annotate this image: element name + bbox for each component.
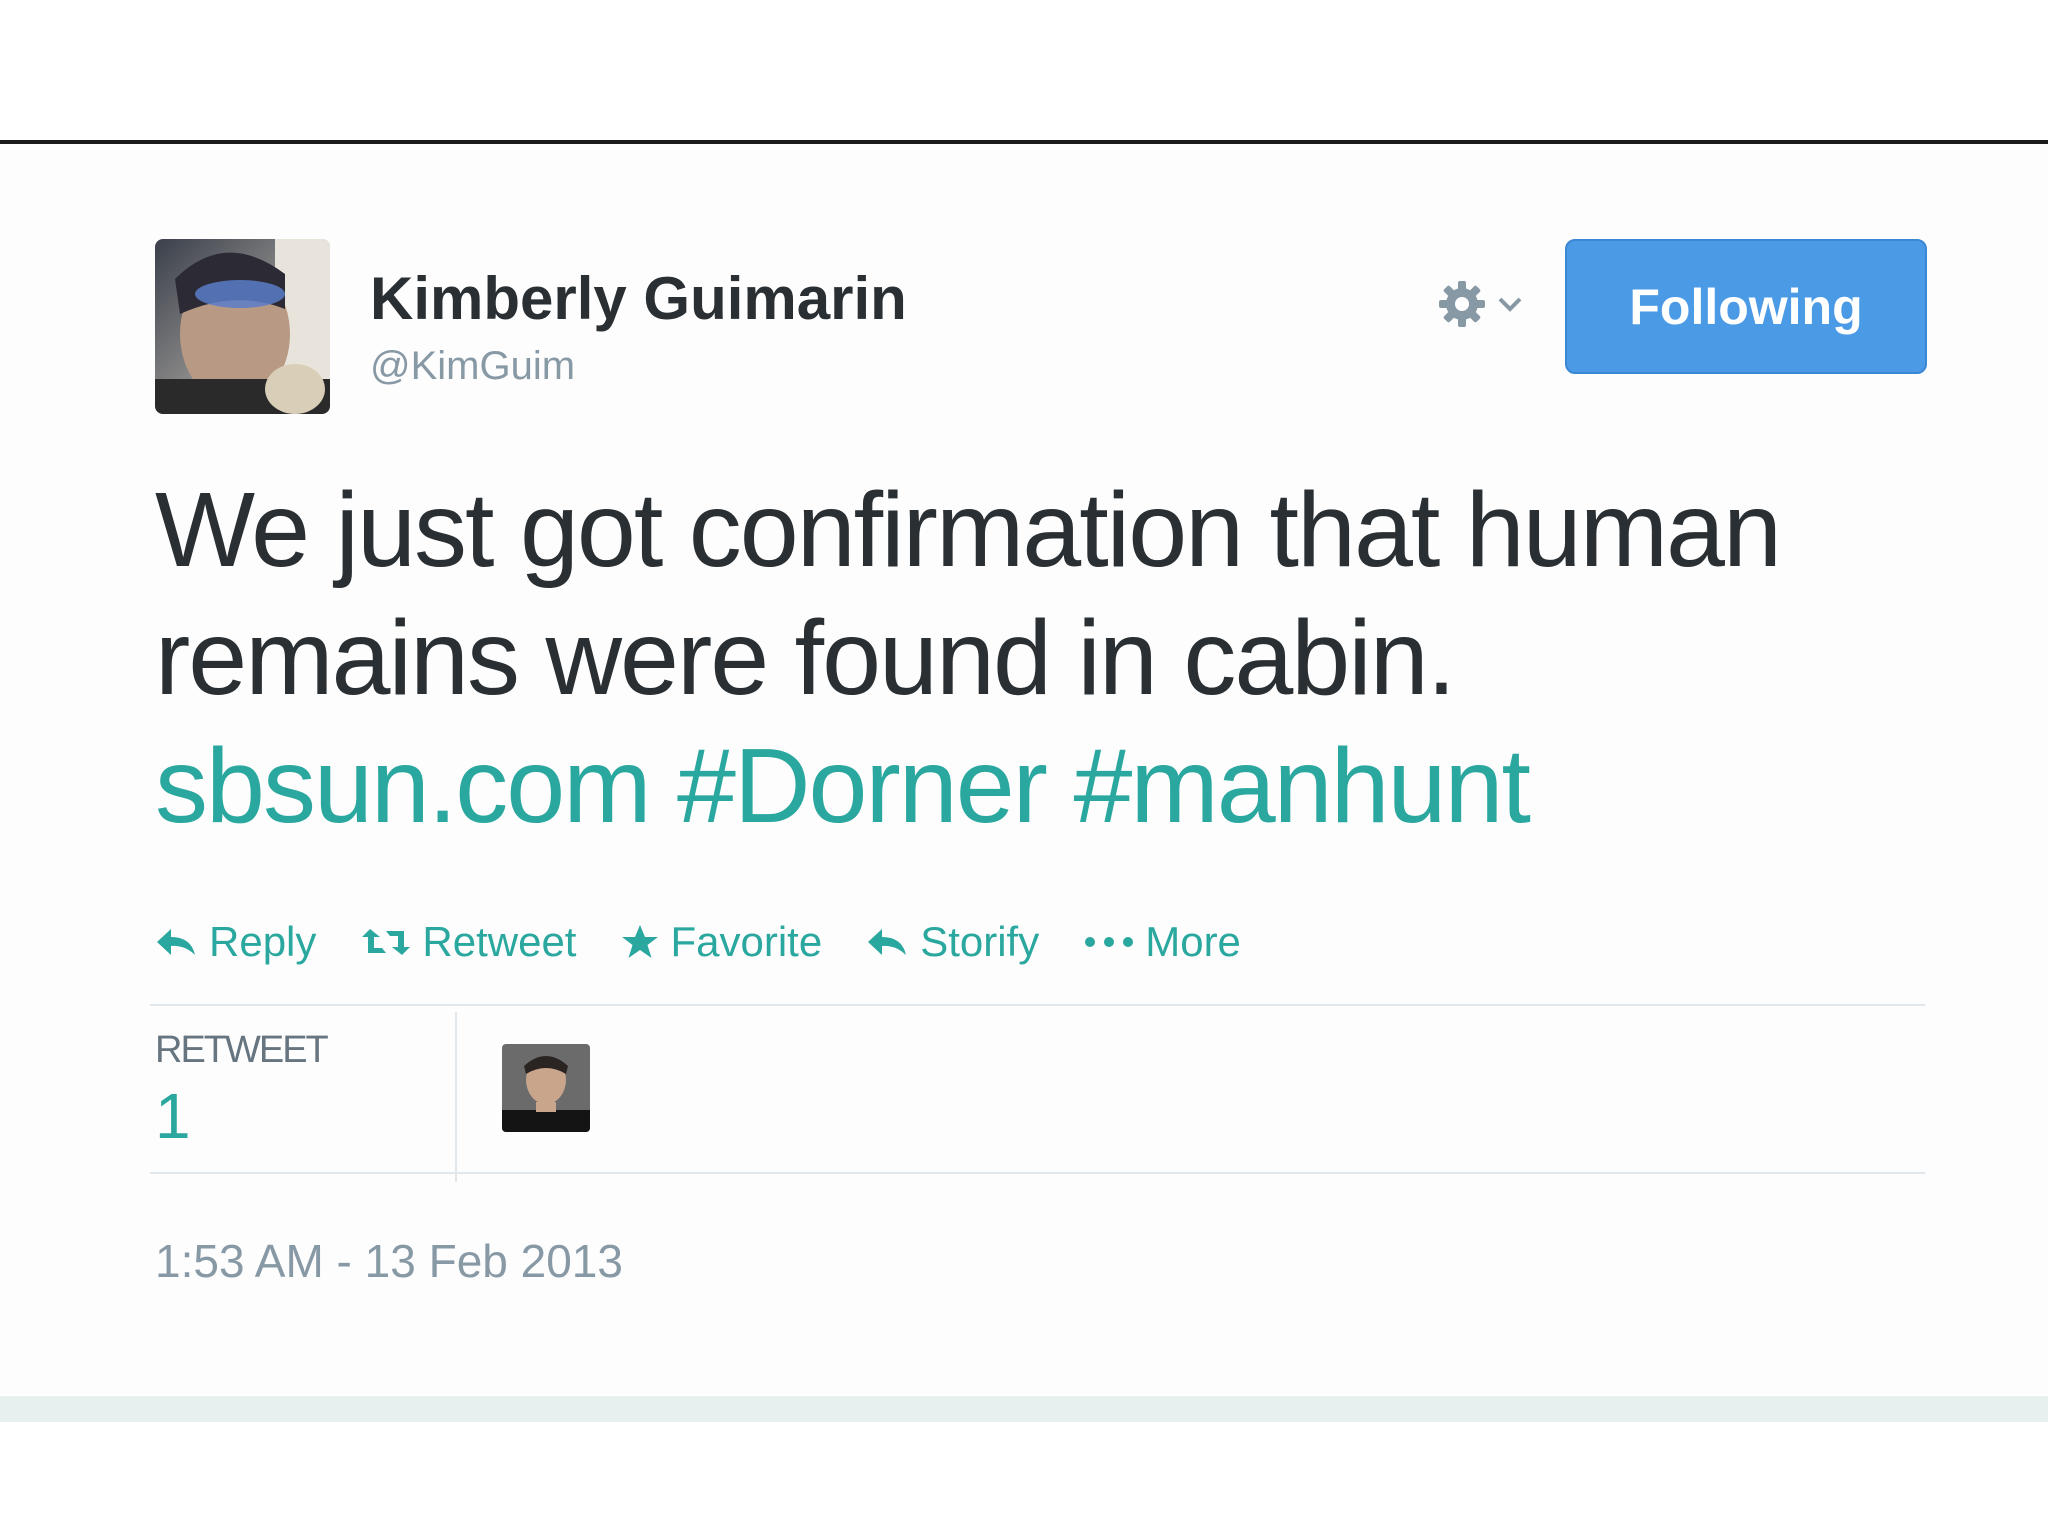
display-name[interactable]: Kimberly Guimarin — [370, 264, 907, 333]
bottom-divider — [0, 1396, 2048, 1422]
stats-top-divider — [150, 1004, 1925, 1006]
storify-action[interactable]: Storify — [866, 918, 1039, 966]
more-label: More — [1145, 918, 1241, 965]
author-avatar-image — [155, 239, 330, 414]
reply-action[interactable]: Reply — [155, 918, 316, 966]
tweet-timestamp[interactable]: 1:53 AM - 13 Feb 2013 — [155, 1234, 623, 1288]
retweet-label: Retweet — [422, 918, 577, 965]
star-icon — [622, 925, 659, 958]
tweet-link-url[interactable]: sbsun.com — [155, 727, 652, 845]
tweet-text-line-1: We just got confirmation that human — [155, 471, 1782, 589]
gear-icon — [1439, 281, 1485, 327]
reply-label: Reply — [209, 918, 317, 965]
favorite-action[interactable]: Favorite — [620, 918, 822, 966]
reply-icon — [157, 929, 195, 955]
tweet-text: We just got confirmation that human rema… — [155, 466, 1955, 850]
hashtag-dorner[interactable]: #Dorner — [677, 727, 1048, 845]
more-action[interactable]: More — [1083, 918, 1241, 966]
settings-dropdown[interactable] — [1435, 274, 1545, 334]
tweet-links-line: sbsun.com #Dorner #manhunt — [155, 722, 1955, 850]
author-avatar[interactable] — [155, 239, 330, 414]
tweet-card: Kimberly Guimarin @KimGuim Following We … — [0, 144, 2048, 1394]
retweet-action[interactable]: Retweet — [360, 918, 576, 966]
tweet-text-line-2: remains were found in cabin. — [155, 599, 1456, 717]
screen-name[interactable]: @KimGuim — [370, 344, 575, 389]
page: Kimberly Guimarin @KimGuim Following We … — [0, 0, 2048, 1536]
stats-bottom-divider — [150, 1172, 1925, 1174]
retweet-stat-label: RETWEET — [155, 1029, 329, 1071]
retweet-icon — [362, 929, 411, 955]
more-icon — [1085, 937, 1134, 947]
storify-label: Storify — [920, 918, 1040, 965]
hashtag-manhunt[interactable]: #manhunt — [1073, 727, 1530, 845]
retweeter-avatar-image — [502, 1044, 590, 1132]
favorite-label: Favorite — [670, 918, 823, 965]
tweet-actions: Reply Retweet Favorite Storify More — [155, 912, 1241, 972]
stats-separator — [455, 1012, 457, 1182]
storify-icon — [868, 929, 907, 955]
chevron-down-icon — [1498, 297, 1522, 312]
retweeter-avatar[interactable] — [502, 1044, 590, 1132]
following-button[interactable]: Following — [1565, 239, 1927, 374]
retweet-count[interactable]: 1 — [155, 1079, 191, 1153]
